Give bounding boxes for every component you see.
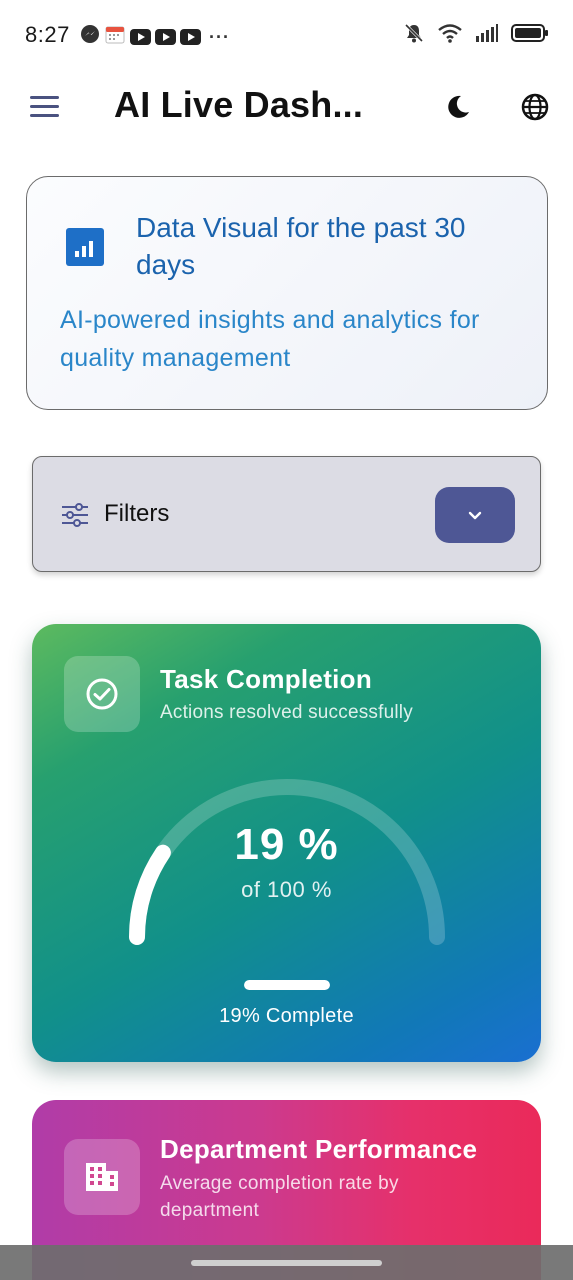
battery-icon	[511, 23, 549, 48]
page-title: AI Live Dash...	[114, 84, 364, 125]
signal-icon	[475, 23, 499, 48]
task-subtitle: Actions resolved successfully	[160, 702, 413, 723]
header-card: Data Visual for the past 30 days AI-powe…	[26, 176, 548, 410]
task-icon-box	[64, 656, 140, 732]
moon-icon	[448, 95, 469, 118]
dept-icon-box	[64, 1139, 140, 1215]
app-bar: AI Live Dash...	[0, 72, 573, 142]
home-indicator[interactable]	[191, 1260, 382, 1266]
sliders-icon	[62, 503, 88, 527]
filters-expand-button[interactable]	[435, 487, 515, 543]
gauge-value: 19 %	[234, 820, 339, 869]
filters-label: Filters	[104, 500, 170, 527]
calendar-icon	[104, 23, 126, 50]
dept-subtitle: Average completion rate by department	[160, 1173, 399, 1221]
header-subtitle: AI-powered insights and analytics for qu…	[60, 306, 480, 372]
status-time: 8:27	[25, 22, 70, 47]
building-icon	[86, 1163, 118, 1191]
youtube-icon	[155, 28, 176, 45]
dept-title: Department Performance	[160, 1134, 478, 1164]
youtube-icon	[180, 28, 201, 45]
filters-panel[interactable]: Filters	[32, 456, 541, 572]
bar-chart-icon	[66, 228, 104, 266]
more-notifications: ···	[209, 26, 230, 47]
status-bar: 8:27 ···	[0, 0, 573, 72]
gauge-total: of 100 %	[241, 877, 332, 902]
globe-icon	[521, 93, 549, 121]
messenger-icon	[80, 24, 100, 49]
task-completion-card: Task Completion Actions resolved success…	[32, 624, 541, 1062]
menu-button[interactable]	[28, 92, 62, 122]
bell-off-icon	[403, 22, 425, 49]
youtube-icon	[130, 28, 151, 45]
chevron-down-icon	[468, 511, 482, 520]
check-circle-icon	[86, 678, 118, 710]
system-icons	[403, 22, 549, 49]
language-button[interactable]	[518, 90, 552, 124]
progress-bar	[244, 980, 330, 990]
header-title: Data Visual for the past 30 days	[136, 212, 466, 280]
progress-label: 19% Complete	[219, 1005, 354, 1027]
notification-icons: ···	[80, 23, 230, 50]
theme-toggle-button[interactable]	[441, 90, 475, 124]
task-title: Task Completion	[160, 664, 373, 694]
system-nav-bar	[0, 1245, 573, 1280]
wifi-icon	[437, 22, 463, 49]
menu-icon	[30, 96, 59, 99]
progress-fill	[244, 980, 330, 990]
